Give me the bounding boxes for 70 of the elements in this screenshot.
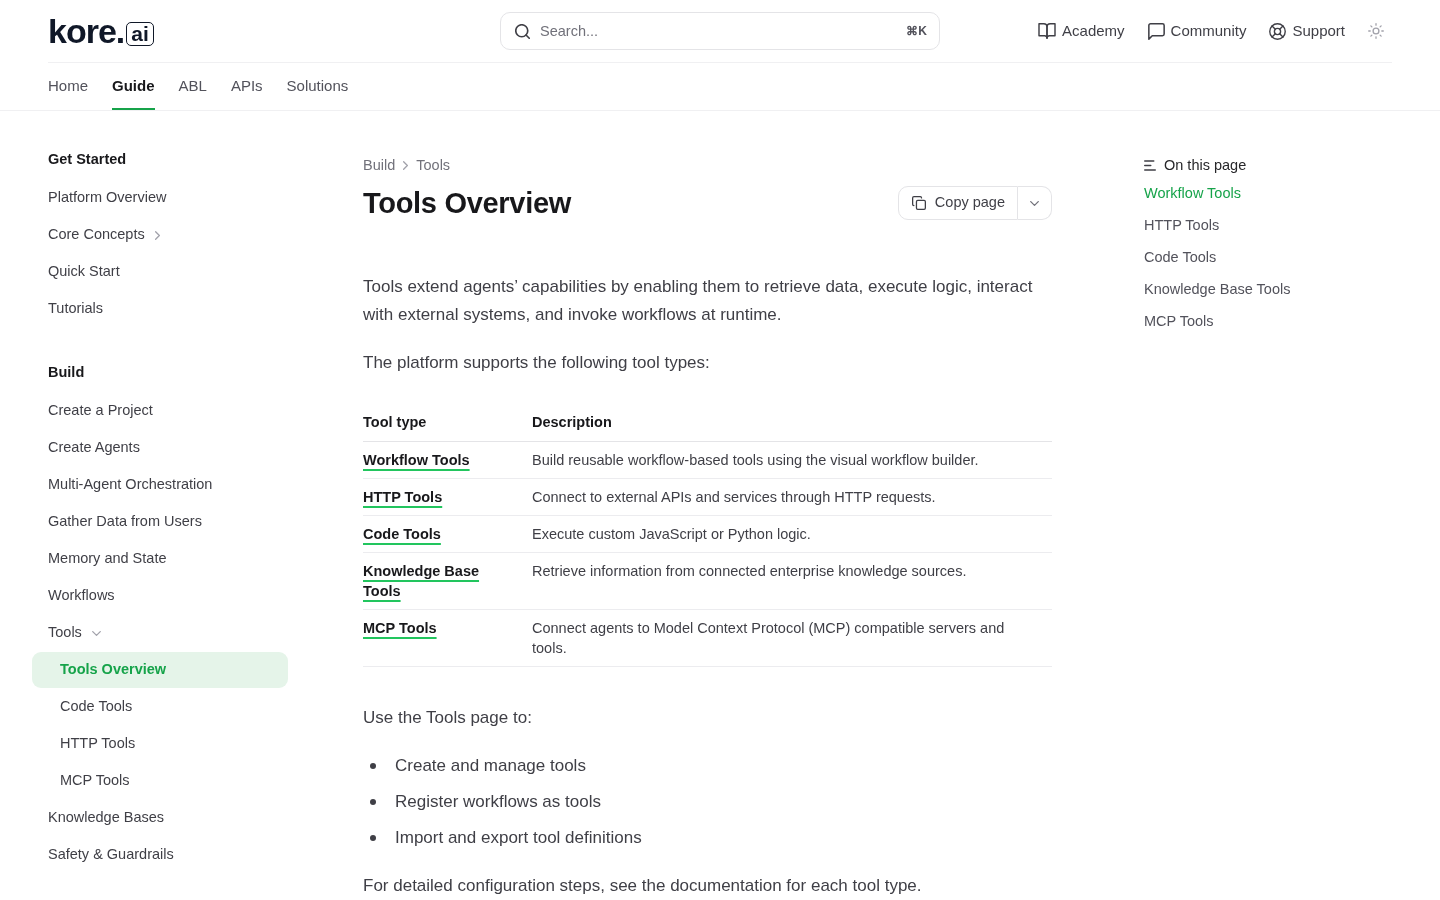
list-item-text: Import and export tool definitions [395, 827, 642, 849]
bullet-icon [370, 799, 376, 805]
header-link[interactable]: Community [1147, 19, 1247, 43]
book-icon [1038, 23, 1057, 39]
list-item-text: Create and manage tools [395, 755, 586, 777]
search-icon [515, 24, 530, 39]
shortcut-hint: ⌘K [906, 23, 927, 39]
list-item-text: Register workflows as tools [395, 791, 601, 813]
sidebar-item[interactable]: Multi-Agent Orchestration [32, 467, 229, 503]
chevron-right-icon [403, 160, 409, 170]
toc-link[interactable]: Code Tools [1144, 241, 1217, 273]
header-link[interactable]: Academy [1038, 19, 1125, 43]
page-title: Tools Overview [363, 186, 571, 221]
section-heading: Get Started [47, 150, 128, 169]
table-cell: Connect agents to Model Context Protocol (MCP) compatible servers and tools. [532, 609, 1052, 667]
toc-link[interactable]: MCP Tools [1144, 305, 1214, 337]
tool-link[interactable]: MCP Tools [363, 618, 437, 638]
column-header: Tool type [363, 404, 532, 442]
paragraph: The platform supports the following tool types: [363, 352, 711, 374]
table-cell: Retrieve information from connected enterprise knowledge sources. [532, 552, 1052, 610]
paragraph: Use the Tools page to: [363, 707, 533, 729]
table-cell: Connect to external APIs and services through HTTP requests. [532, 478, 1052, 516]
sidebar-item[interactable]: Tutorials [32, 291, 120, 327]
table-cell: Build reusable workflow-based tools using the visual workflow builder. [532, 441, 1052, 479]
copy-menu-button[interactable] [1018, 186, 1052, 220]
tool-link[interactable]: Knowledge Base Tools [363, 561, 508, 601]
tool-link[interactable]: Code Tools [363, 524, 441, 544]
column-header: Description [532, 404, 1052, 442]
sidebar-item[interactable]: Memory and State [32, 541, 183, 577]
toc-link[interactable]: HTTP Tools [1144, 209, 1220, 241]
lifebuoy-icon [1269, 22, 1287, 40]
nav-tab[interactable]: ABL [178, 63, 207, 110]
sidebar-item[interactable]: Quick Start [32, 254, 136, 290]
sidebar-item[interactable]: Code Tools [32, 689, 149, 725]
sidebar-item[interactable]: Safety & Guardrails [32, 837, 190, 873]
nav-tab[interactable]: APIs [230, 63, 263, 110]
sidebar-item[interactable]: Workflows [32, 578, 131, 614]
paragraph: For detailed configuration steps, see the documentation for each tool type. [363, 875, 923, 897]
tool-link[interactable]: HTTP Tools [363, 487, 443, 507]
section-heading: Build [47, 363, 86, 382]
header-link[interactable]: Support [1269, 19, 1345, 43]
sidebar-item[interactable]: MCP Tools [32, 763, 146, 799]
breadcrumb-current: Tools [416, 156, 451, 175]
speech-bubble-icon [1147, 22, 1165, 40]
copy-page-button[interactable]: Copy page [897, 186, 1018, 220]
sun-icon [1368, 23, 1384, 39]
sidebar-item[interactable]: Tools [32, 615, 117, 651]
caret-icon [1030, 200, 1039, 206]
breadcrumb-link[interactable]: Build [363, 155, 396, 175]
sidebar-item[interactable]: Create Agents [32, 430, 156, 466]
sidebar-item[interactable]: Create a Project [32, 393, 169, 429]
paragraph: Tools extend agents’ capabilities by enabling them to retrieve data, execute logic, interact with external systems, and invoke workflows at runtime. [363, 276, 1034, 326]
bullet-icon [370, 835, 376, 841]
list-icon [1144, 159, 1156, 171]
nav-tab[interactable]: Guide [112, 63, 155, 110]
sidebar-item[interactable]: Core Concepts [32, 217, 176, 253]
theme-toggle-button[interactable] [1368, 23, 1384, 39]
sidebar-item[interactable]: HTTP Tools [32, 726, 152, 762]
tool-link[interactable]: Workflow Tools [363, 450, 470, 470]
toc-link[interactable]: Knowledge Base Tools [1144, 273, 1291, 305]
toc-heading: On this page [1164, 156, 1247, 175]
sidebar-item[interactable]: Knowledge Bases [32, 800, 181, 836]
table-cell: Execute custom JavaScript or Python logic. [532, 515, 1052, 553]
nav-tab[interactable]: Home [48, 63, 88, 110]
sidebar-item[interactable]: Gather Data from Users [32, 504, 218, 540]
copy-icon [911, 196, 926, 210]
nav-tab[interactable]: Solutions [286, 63, 349, 110]
sidebar-item[interactable]: Platform Overview [32, 180, 183, 216]
bullet-icon [370, 763, 376, 769]
logo[interactable]: kore. ai [48, 14, 154, 48]
